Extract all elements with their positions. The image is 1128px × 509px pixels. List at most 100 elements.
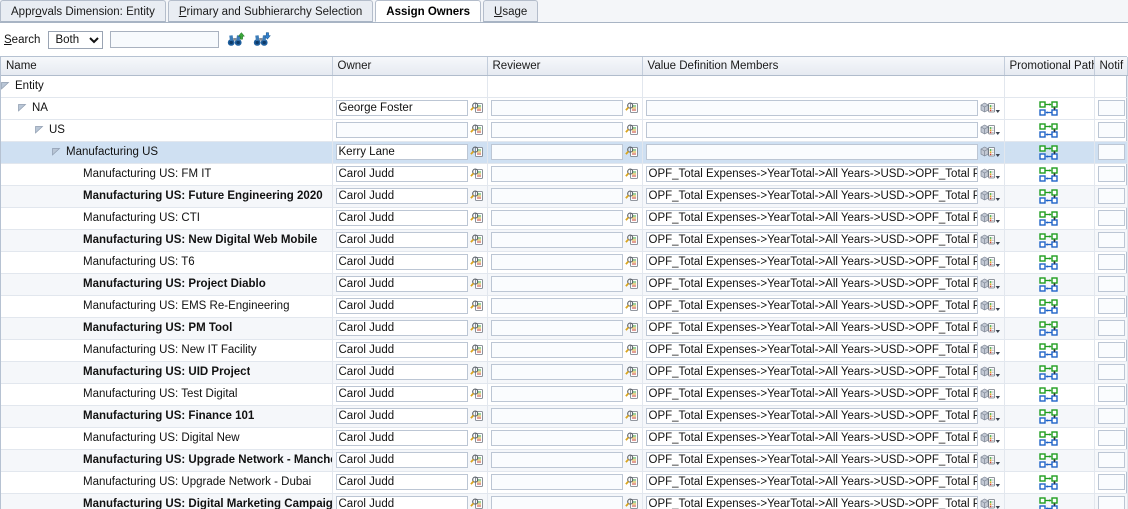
reviewer-member-picker-icon[interactable] <box>625 453 640 468</box>
value-definition-members-picker-icon[interactable] <box>980 211 1002 226</box>
promotional-path-icon[interactable] <box>1039 472 1059 493</box>
table-row[interactable]: Manufacturing US: Test Digital Carol Judd… <box>1 383 1128 406</box>
value-definition-members-picker-icon[interactable] <box>980 387 1002 402</box>
cell-reviewer-input[interactable] <box>490 210 623 226</box>
cell-value-definition-members-input[interactable]: OPF_Total Expenses->YearTotal->All Years… <box>645 166 978 182</box>
reviewer-member-picker-icon[interactable] <box>625 145 640 160</box>
cell-value-definition-members-input[interactable] <box>645 144 978 160</box>
cell-name[interactable]: Manufacturing US: EMS Re-Engineering <box>1 295 333 318</box>
value-definition-members-picker-icon[interactable] <box>980 409 1002 424</box>
expanded-triangle-icon[interactable] <box>18 103 29 114</box>
cell-name[interactable]: Manufacturing US: PM Tool <box>1 317 333 340</box>
binoculars-down-icon[interactable] <box>252 31 271 48</box>
notify-input[interactable] <box>1097 100 1125 116</box>
cell-value-definition-members-input[interactable]: OPF_Total Expenses->YearTotal->All Years… <box>645 342 978 358</box>
promotional-path-icon[interactable] <box>1039 252 1059 273</box>
promotional-path-icon[interactable] <box>1039 428 1059 449</box>
promotional-path-icon[interactable] <box>1039 318 1059 339</box>
cell-name[interactable]: Manufacturing US: Digital Marketing Camp… <box>1 493 333 509</box>
tab-usage[interactable]: Usage <box>483 0 539 22</box>
cell-value-definition-members-input[interactable]: OPF_Total Expenses->YearTotal->All Years… <box>645 452 978 468</box>
table-row[interactable]: Manufacturing US: T6 Carol Judd OPF_Total … <box>1 251 1128 274</box>
cell-owner-input[interactable]: Carol Judd <box>335 276 468 292</box>
reviewer-member-picker-icon[interactable] <box>625 343 640 358</box>
table-row[interactable]: Manufacturing US: PM Tool Carol Judd OPF_T… <box>1 317 1128 340</box>
value-definition-members-picker-icon[interactable] <box>980 233 1002 248</box>
cell-reviewer-input[interactable] <box>490 386 623 402</box>
owner-member-picker-icon[interactable] <box>470 277 485 292</box>
binoculars-up-icon[interactable] <box>226 31 245 48</box>
cell-owner-input[interactable]: Carol Judd <box>335 188 468 204</box>
cell-name[interactable]: Manufacturing US: Upgrade Network - Duba… <box>1 471 333 494</box>
value-definition-members-picker-icon[interactable] <box>980 453 1002 468</box>
cell-name[interactable]: Manufacturing US: Digital New <box>1 427 333 450</box>
promotional-path-icon[interactable] <box>1039 98 1059 119</box>
reviewer-member-picker-icon[interactable] <box>625 409 640 424</box>
notify-input[interactable] <box>1097 452 1125 468</box>
owner-member-picker-icon[interactable] <box>470 189 485 204</box>
reviewer-member-picker-icon[interactable] <box>625 277 640 292</box>
cell-owner-input[interactable]: Carol Judd <box>335 320 468 336</box>
promotional-path-icon[interactable] <box>1039 230 1059 251</box>
owner-member-picker-icon[interactable] <box>470 365 485 380</box>
column-header-owner[interactable]: Owner <box>332 57 488 76</box>
cell-reviewer-input[interactable] <box>490 320 623 336</box>
value-definition-members-picker-icon[interactable] <box>980 255 1002 270</box>
cell-value-definition-members-input[interactable] <box>645 122 978 138</box>
table-row[interactable]: Manufacturing US: EMS Re-Engineering Caro… <box>1 295 1128 318</box>
cell-reviewer-input[interactable] <box>490 298 623 314</box>
search-scope-select[interactable]: BothUpDown <box>48 30 104 49</box>
cell-owner-input[interactable]: Carol Judd <box>335 430 468 446</box>
promotional-path-icon[interactable] <box>1039 384 1059 405</box>
owner-member-picker-icon[interactable] <box>470 145 485 160</box>
cell-name[interactable]: Manufacturing US: New IT Facility <box>1 339 333 362</box>
owner-member-picker-icon[interactable] <box>470 343 485 358</box>
tab-approvals-dimension-entity[interactable]: Approvals Dimension: Entity <box>0 0 166 22</box>
table-row[interactable]: Manufacturing US: Digital Marketing Camp… <box>1 493 1128 509</box>
notify-input[interactable] <box>1097 298 1125 314</box>
value-definition-members-picker-icon[interactable] <box>980 321 1002 336</box>
notify-input[interactable] <box>1097 496 1125 509</box>
value-definition-members-picker-icon[interactable] <box>980 343 1002 358</box>
table-row[interactable]: Manufacturing US Kerry Lane <box>1 141 1128 164</box>
expanded-triangle-icon[interactable] <box>35 125 46 136</box>
notify-input[interactable] <box>1097 320 1125 336</box>
table-row[interactable]: Manufacturing US: Upgrade Network - Duba… <box>1 471 1128 494</box>
cell-name[interactable]: Manufacturing US: Test Digital <box>1 383 333 406</box>
promotional-path-icon[interactable] <box>1039 450 1059 471</box>
owner-member-picker-icon[interactable] <box>470 233 485 248</box>
value-definition-members-picker-icon[interactable] <box>980 167 1002 182</box>
cell-value-definition-members-input[interactable]: OPF_Total Expenses->YearTotal->All Years… <box>645 408 978 424</box>
promotional-path-icon[interactable] <box>1039 494 1059 509</box>
cell-value-definition-members-input[interactable]: OPF_Total Expenses->YearTotal->All Years… <box>645 188 978 204</box>
value-definition-members-picker-icon[interactable] <box>980 277 1002 292</box>
column-header-reviewer[interactable]: Reviewer <box>487 57 643 76</box>
table-row[interactable]: Entity <box>1 75 1128 98</box>
cell-reviewer-input[interactable] <box>490 276 623 292</box>
table-row[interactable]: Manufacturing US: CTI Carol Judd OPF_Total… <box>1 207 1128 230</box>
reviewer-member-picker-icon[interactable] <box>625 387 640 402</box>
value-definition-members-picker-icon[interactable] <box>980 497 1002 509</box>
promotional-path-icon[interactable] <box>1039 142 1059 163</box>
notify-input[interactable] <box>1097 232 1125 248</box>
reviewer-member-picker-icon[interactable] <box>625 211 640 226</box>
owner-member-picker-icon[interactable] <box>470 431 485 446</box>
cell-owner-input[interactable]: Carol Judd <box>335 364 468 380</box>
cell-name[interactable]: Manufacturing US: UID Project <box>1 361 333 384</box>
promotional-path-icon[interactable] <box>1039 208 1059 229</box>
owner-member-picker-icon[interactable] <box>470 255 485 270</box>
expanded-triangle-icon[interactable] <box>1 81 12 92</box>
cell-owner-input[interactable]: Carol Judd <box>335 408 468 424</box>
cell-reviewer-input[interactable] <box>490 144 623 160</box>
cell-reviewer-input[interactable] <box>490 100 623 116</box>
reviewer-member-picker-icon[interactable] <box>625 233 640 248</box>
reviewer-member-picker-icon[interactable] <box>625 365 640 380</box>
reviewer-member-picker-icon[interactable] <box>625 299 640 314</box>
table-row[interactable]: Manufacturing US: Upgrade Network - Manc… <box>1 449 1128 472</box>
cell-name[interactable]: Entity <box>1 75 333 98</box>
promotional-path-icon[interactable] <box>1039 296 1059 317</box>
cell-reviewer-input[interactable] <box>490 496 623 509</box>
cell-value-definition-members-input[interactable] <box>645 100 978 116</box>
cell-value-definition-members-input[interactable]: OPF_Total Expenses->YearTotal->All Years… <box>645 386 978 402</box>
reviewer-member-picker-icon[interactable] <box>625 101 640 116</box>
